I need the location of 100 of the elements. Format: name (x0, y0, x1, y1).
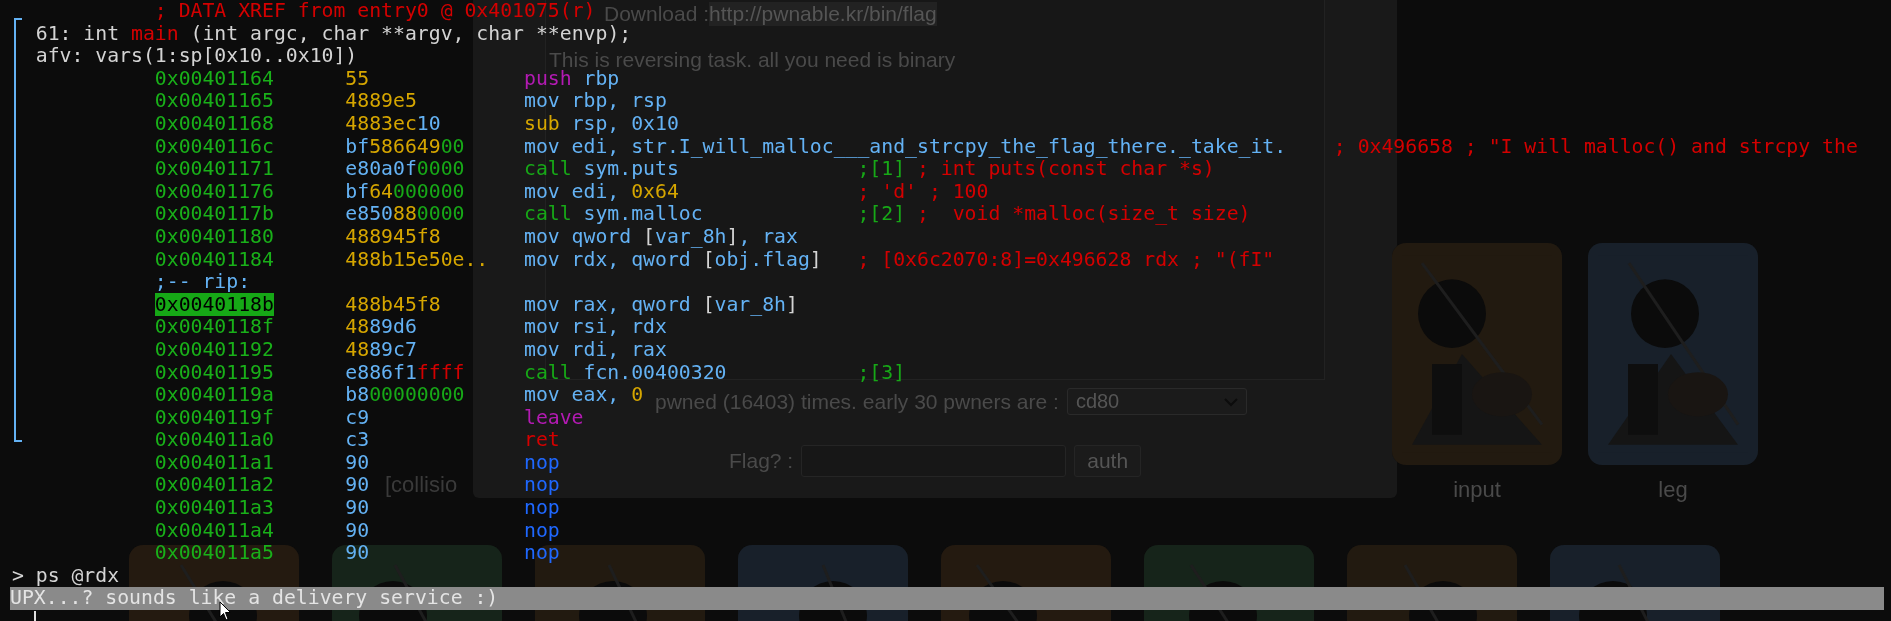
opcode-bytes: c3 (345, 429, 370, 452)
instruction: ret (524, 429, 560, 452)
opcode-bytes: 00 (440, 135, 465, 159)
command-prompt: > ps @rdx (11, 564, 120, 588)
opcode-bytes: 90 (345, 497, 370, 520)
comment: ; int puts(const char *s) (917, 158, 1215, 181)
instruction: call (524, 361, 572, 385)
instruction: nop (524, 497, 560, 520)
opcode-bytes: 55 (345, 67, 370, 91)
instruction: nop (524, 451, 560, 475)
card-label: leg (1658, 477, 1688, 503)
command-output: UPX...? sounds like a delivery service :) (10, 587, 499, 611)
comment: ;[1] (857, 158, 906, 181)
function-signature: 61: int (35, 22, 121, 46)
address: 0x00401168 (154, 111, 274, 135)
opcode-bytes: bf (345, 135, 370, 159)
address: 0x00401184 (154, 247, 274, 271)
comment: ; void *malloc(size_t size) (916, 203, 1251, 226)
instruction: call (524, 203, 572, 226)
instruction: var_8h (655, 225, 727, 249)
address: 0x0040116c (154, 134, 274, 158)
opcode-bytes: 4889e5 (345, 90, 417, 113)
address: 0x004011a4 (154, 518, 274, 542)
address: 0x0040119f (154, 405, 274, 429)
instruction: sub (524, 112, 560, 136)
opcode-bytes: 488945f8 (345, 225, 441, 249)
address: 0x00401180 (154, 224, 274, 248)
opcode-bytes: 488b45f8 (345, 293, 441, 317)
instruction: call (524, 158, 572, 181)
instruction: nop (524, 519, 560, 543)
instruction: [ (702, 293, 715, 317)
function-signature: main (131, 22, 179, 46)
instruction: ] (786, 293, 798, 317)
instruction: nop (524, 474, 560, 498)
address: 0x004011a2 (154, 473, 274, 497)
opcode-bytes: 488b15e50e.. (345, 248, 489, 272)
opcode-bytes: 88 (393, 203, 417, 226)
instruction: mov qword (524, 225, 633, 249)
address: 0x00401192 (154, 337, 274, 361)
instruction: var_8h (714, 293, 786, 317)
function-signature: (int argc, char **argv, char **envp); (189, 22, 632, 46)
opcode-bytes: bf (345, 180, 370, 204)
opcode-bytes: 48 (345, 338, 370, 362)
opcode-bytes: 90 (345, 451, 370, 475)
instruction: mov eax, (524, 384, 621, 407)
comment: ; 'd' ; 100 (857, 180, 989, 204)
opcode-bytes: 0000 (416, 203, 465, 226)
address: 0x0040119a (154, 383, 274, 407)
opcode-bytes: c9 (345, 406, 370, 430)
instruction: mov rax, qword (524, 293, 692, 317)
instruction: rbp (583, 67, 620, 91)
pwners-dropdown[interactable]: cd80 (1066, 388, 1247, 415)
instruction: mov edi, str.I_will_malloc___and_strcpy_the_flag_there._take_it. (524, 135, 1287, 159)
card-label: input (1453, 477, 1501, 503)
address: 0x0040118f (154, 315, 274, 339)
instruction: [ (702, 248, 715, 272)
address: 0x0040117b (154, 202, 274, 226)
opcode-bytes: b8 (345, 384, 370, 407)
instruction: fcn.00400320 (582, 361, 727, 385)
address: 0x004011a1 (154, 450, 274, 474)
vars-line: afv: vars(1:sp[0x10..0x10]) (35, 45, 358, 68)
instruction: 0x64 (631, 180, 679, 204)
instruction: mov rsi, rdx (524, 316, 667, 339)
address: 0x00401176 (154, 179, 274, 203)
instruction: sym.malloc (582, 203, 703, 226)
opcode-bytes: ffff (416, 361, 465, 385)
opcode-bytes: 10 (416, 112, 441, 136)
address: 0x004011a3 (154, 496, 274, 520)
opcode-bytes: 89c7 (369, 338, 417, 362)
instruction: mov rdi, rax (524, 338, 667, 362)
instruction: mov edi, (524, 180, 621, 204)
instruction: [ (643, 225, 655, 249)
opcode-bytes: 90 (345, 519, 370, 543)
opcode-bytes: 0000 (416, 158, 465, 181)
address: 0x0040118b (154, 292, 274, 316)
auth-button[interactable]: auth (1074, 445, 1142, 477)
comment: ;[3] (857, 361, 906, 385)
opcode-bytes: 90 (345, 474, 370, 498)
opcode-bytes: e886f1 (345, 361, 417, 385)
comment: ; [0x6c2070:8]=0x496628 rdx ; "(fI" (857, 248, 1275, 272)
opcode-bytes: 90 (345, 542, 370, 565)
opcode-bytes: e80a0f (345, 158, 417, 181)
opcode-bytes: 4883ec (345, 112, 417, 136)
comment: ; 0x496658 ; "I will malloc() and strcpy the (1333, 135, 1858, 159)
opcode-bytes: e850 (345, 203, 393, 226)
instruction: rsp, 0x10 (570, 112, 679, 136)
instruction: sym.puts (582, 158, 679, 181)
instruction: 0 (631, 384, 644, 407)
address: 0x004011a0 (154, 428, 274, 452)
address: 0x004011a5 (154, 541, 274, 565)
instruction: mov rdx, qword (524, 248, 691, 272)
instruction: obj.flag (714, 248, 810, 272)
instruction: push (524, 67, 572, 91)
opcode-bytes: 00000000 (369, 384, 465, 407)
address: 0x00401171 (154, 157, 274, 181)
instruction: nop (524, 542, 560, 565)
opcode-bytes: 89d6 (369, 316, 417, 339)
opcode-bytes: 64 (369, 180, 393, 204)
instruction: leave (524, 406, 584, 430)
text-cursor-icon (34, 611, 36, 621)
